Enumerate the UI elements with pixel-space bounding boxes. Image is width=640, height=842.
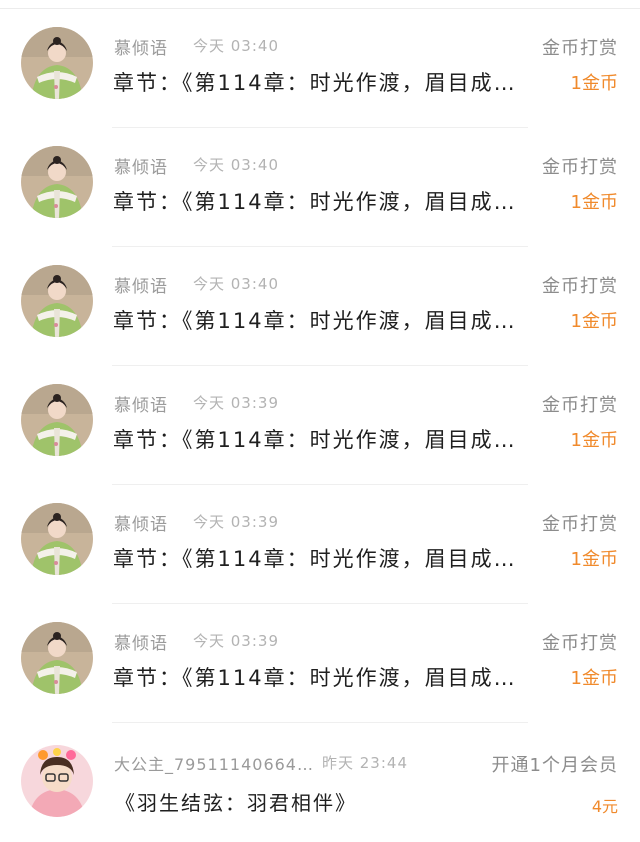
user-name[interactable]: 慕倾语 [114, 272, 168, 297]
avatar[interactable] [21, 745, 93, 817]
amount: 1金币 [570, 668, 618, 689]
record-type: 金币打赏 [542, 633, 618, 654]
timestamp: 今天 03:39 [193, 513, 279, 531]
chapter-title[interactable]: 章节：《第114章：时光作渡，眉目成… [113, 67, 533, 97]
avatar[interactable] [21, 265, 93, 337]
chapter-title[interactable]: 章节：《第114章：时光作渡，眉目成… [113, 424, 533, 454]
user-name[interactable]: 慕倾语 [114, 510, 168, 535]
record-type: 金币打赏 [542, 514, 618, 535]
record-type: 金币打赏 [542, 395, 618, 416]
user-name[interactable]: 慕倾语 [114, 34, 168, 59]
timestamp: 今天 03:40 [193, 37, 279, 55]
user-name[interactable]: 大公主_79511140664… [114, 751, 314, 775]
list-item[interactable]: 慕倾语 今天 03:39 金币打赏 章节：《第114章：时光作渡，眉目成… 1金… [0, 366, 640, 485]
top-divider [0, 0, 640, 9]
book-title[interactable]: 《羽生结弦：羽君相伴》 [115, 787, 535, 816]
record-type: 金币打赏 [542, 157, 618, 178]
chapter-title[interactable]: 章节：《第114章：时光作渡，眉目成… [113, 662, 533, 692]
amount: 1金币 [570, 430, 618, 451]
user-name[interactable]: 慕倾语 [114, 629, 168, 654]
timestamp: 今天 03:39 [193, 394, 279, 412]
record-list: 慕倾语 今天 03:40 金币打赏 章节：《第114章：时光作渡，眉目成… 1金… [0, 9, 640, 842]
record-type: 金币打赏 [542, 38, 618, 59]
list-item[interactable]: 慕倾语 今天 03:40 金币打赏 章节：《第114章：时光作渡，眉目成… 1金… [0, 128, 640, 247]
user-name[interactable]: 慕倾语 [114, 153, 168, 178]
record-type: 开通1个月会员 [491, 755, 618, 776]
list-item[interactable]: 慕倾语 今天 03:40 金币打赏 章节：《第114章：时光作渡，眉目成… 1金… [0, 247, 640, 366]
list-item[interactable]: 慕倾语 今天 03:40 金币打赏 章节：《第114章：时光作渡，眉目成… 1金… [0, 9, 640, 128]
amount: 1金币 [570, 311, 618, 332]
amount: 1金币 [570, 73, 618, 94]
user-name[interactable]: 慕倾语 [114, 391, 168, 416]
timestamp: 昨天 23:44 [322, 754, 408, 772]
avatar[interactable] [21, 503, 93, 575]
amount: 4元 [591, 797, 618, 816]
avatar[interactable] [21, 622, 93, 694]
amount: 1金币 [570, 192, 618, 213]
chapter-title[interactable]: 章节：《第114章：时光作渡，眉目成… [113, 186, 533, 216]
list-item[interactable]: 慕倾语 今天 03:39 金币打赏 章节：《第114章：时光作渡，眉目成… 1金… [0, 485, 640, 604]
chapter-title[interactable]: 章节：《第114章：时光作渡，眉目成… [113, 543, 533, 573]
timestamp: 今天 03:39 [193, 632, 279, 650]
avatar[interactable] [21, 146, 93, 218]
list-item[interactable]: 慕倾语 今天 03:39 金币打赏 章节：《第114章：时光作渡，眉目成… 1金… [0, 604, 640, 723]
amount: 1金币 [570, 549, 618, 570]
chapter-title[interactable]: 章节：《第114章：时光作渡，眉目成… [113, 305, 533, 335]
timestamp: 今天 03:40 [193, 156, 279, 174]
timestamp: 今天 03:40 [193, 275, 279, 293]
record-type: 金币打赏 [542, 276, 618, 297]
avatar[interactable] [21, 27, 93, 99]
avatar[interactable] [21, 384, 93, 456]
list-item[interactable]: 大公主_79511140664… 昨天 23:44 开通1个月会员 《羽生结弦：… [0, 723, 640, 842]
